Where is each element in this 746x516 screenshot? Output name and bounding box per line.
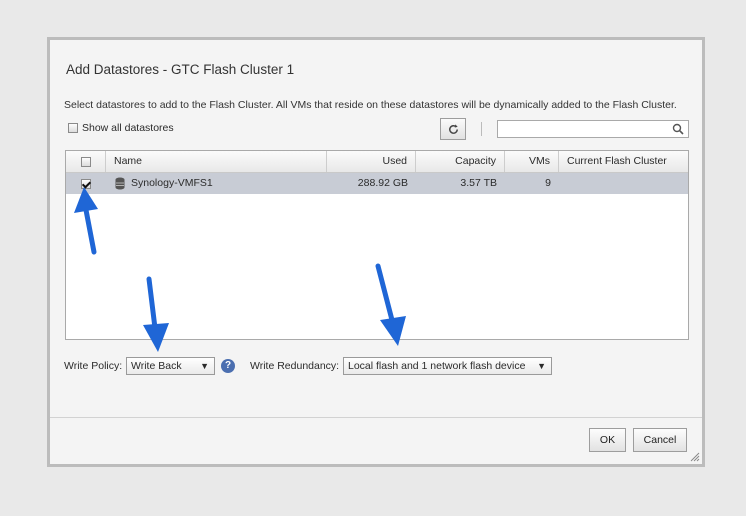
column-current-flash-cluster[interactable]: Current Flash Cluster <box>559 151 688 172</box>
write-policy-select[interactable]: Write Back ▼ <box>126 357 215 375</box>
datastore-icon <box>115 177 125 190</box>
row-current-flash-cluster <box>559 173 688 194</box>
search-icon[interactable] <box>672 123 684 135</box>
table-row[interactable]: Synology-VMFS1 288.92 GB 3.57 TB 9 <box>66 173 688 194</box>
column-capacity[interactable]: Capacity <box>416 151 505 172</box>
table-header: Name Used Capacity VMs Current Flash Clu… <box>66 151 688 173</box>
row-used: 288.92 GB <box>357 177 408 189</box>
write-policy-value: Write Back <box>131 360 182 372</box>
dialog-title: Add Datastores - GTC Flash Cluster 1 <box>66 62 295 77</box>
toolbar-divider <box>481 122 482 136</box>
chevron-down-icon: ▼ <box>537 361 546 371</box>
show-all-datastores[interactable]: Show all datastores <box>68 122 174 134</box>
datastore-name: Synology-VMFS1 <box>131 177 213 189</box>
row-checkbox-cell[interactable] <box>66 173 106 194</box>
cancel-button[interactable]: Cancel <box>633 428 687 452</box>
row-capacity: 3.57 TB <box>460 177 497 189</box>
write-redundancy-select[interactable]: Local flash and 1 network flash device ▼ <box>343 357 552 375</box>
footer-divider <box>50 417 702 418</box>
select-all-checkbox[interactable] <box>80 156 91 167</box>
refresh-icon <box>448 123 458 134</box>
dialog-description: Select datastores to add to the Flash Cl… <box>64 99 677 111</box>
write-redundancy-label: Write Redundancy: <box>250 360 340 372</box>
write-policy-label: Write Policy: <box>64 360 123 372</box>
column-used[interactable]: Used <box>327 151 416 172</box>
refresh-button[interactable] <box>440 118 466 140</box>
row-vms: 9 <box>545 177 551 189</box>
column-vms[interactable]: VMs <box>505 151 559 172</box>
column-name[interactable]: Name <box>106 151 327 172</box>
select-all-cell[interactable] <box>66 151 106 172</box>
datastores-table: Name Used Capacity VMs Current Flash Clu… <box>65 150 689 340</box>
row-name-cell: Synology-VMFS1 <box>106 173 327 194</box>
ok-button[interactable]: OK <box>589 428 626 452</box>
write-redundancy-value: Local flash and 1 network flash device <box>348 360 526 372</box>
chevron-down-icon: ▼ <box>200 361 209 371</box>
search-input[interactable] <box>497 120 689 138</box>
row-checkbox[interactable] <box>81 178 91 189</box>
help-icon[interactable]: ? <box>221 359 235 373</box>
show-all-label: Show all datastores <box>82 122 174 134</box>
show-all-checkbox[interactable] <box>68 123 78 133</box>
add-datastores-dialog: Add Datastores - GTC Flash Cluster 1 Sel… <box>47 37 705 467</box>
resize-grip-icon[interactable] <box>688 450 700 462</box>
